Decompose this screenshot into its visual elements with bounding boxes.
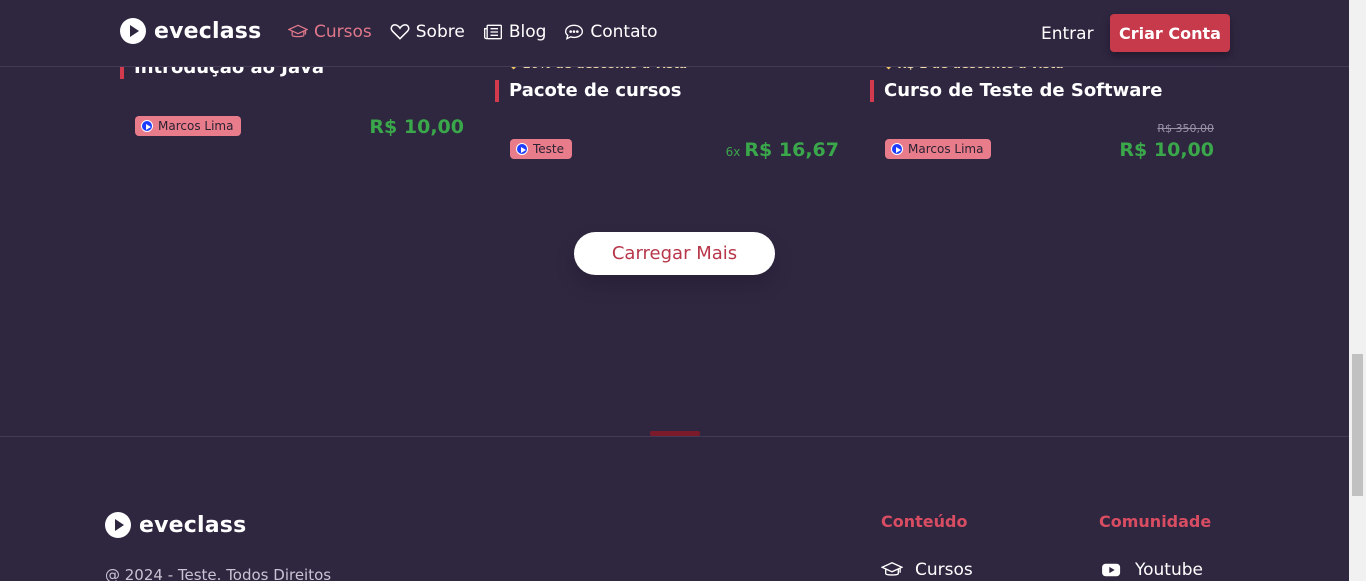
newspaper-icon bbox=[483, 24, 502, 40]
footer-link-label: Youtube bbox=[1135, 560, 1203, 580]
play-logo-icon bbox=[105, 512, 131, 538]
author-name: Teste bbox=[533, 142, 565, 156]
course-price: R$ 10,00 bbox=[1119, 139, 1214, 161]
copyright-text: @ 2024 - Teste. Todos Direitos bbox=[105, 566, 332, 581]
price-value: R$ 16,67 bbox=[744, 139, 839, 161]
old-price: R$ 350,00 bbox=[1157, 122, 1214, 135]
nav-link-label: Cursos bbox=[314, 22, 372, 42]
author-chip[interactable]: Teste bbox=[510, 139, 573, 159]
course-price: R$ 10,00 bbox=[369, 116, 464, 138]
footer-brand[interactable]: eveclass bbox=[105, 512, 246, 538]
footer-link-label: Cursos bbox=[915, 560, 973, 580]
heart-icon bbox=[390, 24, 410, 40]
course-price: 6x R$ 16,67 bbox=[726, 139, 839, 161]
graduation-cap-icon bbox=[881, 562, 903, 576]
graduation-cap-icon bbox=[288, 24, 308, 38]
nav-link-sobre[interactable]: Sobre bbox=[390, 22, 465, 42]
brand-name: eveclass bbox=[154, 18, 262, 44]
scrollbar-thumb[interactable] bbox=[1352, 354, 1363, 496]
nav-link-label: Blog bbox=[508, 22, 547, 42]
course-title[interactable]: Pacote de cursos bbox=[495, 80, 682, 102]
brand-name: eveclass bbox=[139, 512, 247, 538]
nav-link-contato[interactable]: Contato bbox=[564, 22, 658, 42]
nav-link-label: Contato bbox=[590, 22, 658, 42]
page: Introdução ao Java Marcos Lima R$ 10,00 … bbox=[0, 0, 1349, 581]
chat-bubble-icon bbox=[565, 24, 584, 40]
play-icon bbox=[141, 120, 153, 132]
author-chip[interactable]: Marcos Lima bbox=[135, 116, 242, 136]
youtube-icon bbox=[1102, 563, 1121, 577]
footer-heading-comunidade: Comunidade bbox=[1099, 512, 1212, 531]
footer-link-youtube[interactable]: Youtube bbox=[1101, 560, 1203, 580]
installments: 6x bbox=[725, 145, 741, 159]
author-chip[interactable]: Marcos Lima bbox=[885, 139, 992, 159]
nav-link-label: Sobre bbox=[415, 22, 465, 42]
load-more-button[interactable]: Carregar Mais bbox=[574, 232, 775, 275]
nav-link-blog[interactable]: Blog bbox=[483, 22, 547, 42]
footer-heading-conteudo: Conteúdo bbox=[881, 512, 968, 531]
signup-button[interactable]: Criar Conta bbox=[1110, 14, 1230, 52]
footer-link-cursos[interactable]: Cursos bbox=[881, 560, 973, 580]
author-name: Marcos Lima bbox=[158, 119, 234, 133]
login-link[interactable]: Entrar bbox=[1041, 24, 1094, 44]
nav-links: Cursos Sobre Blog Contato bbox=[288, 22, 658, 42]
play-icon bbox=[891, 143, 903, 155]
footer-divider bbox=[0, 436, 1349, 437]
play-logo-icon bbox=[120, 18, 146, 44]
course-title[interactable]: Curso de Teste de Software bbox=[870, 80, 1162, 102]
author-name: Marcos Lima bbox=[908, 142, 984, 156]
page-scrollbar[interactable] bbox=[1349, 0, 1366, 581]
brand-logo-link[interactable]: eveclass bbox=[120, 18, 261, 44]
play-icon bbox=[516, 143, 528, 155]
nav-link-cursos[interactable]: Cursos bbox=[288, 22, 372, 42]
navbar: eveclass Cursos Sobre Blog Contato Entra… bbox=[0, 0, 1349, 67]
